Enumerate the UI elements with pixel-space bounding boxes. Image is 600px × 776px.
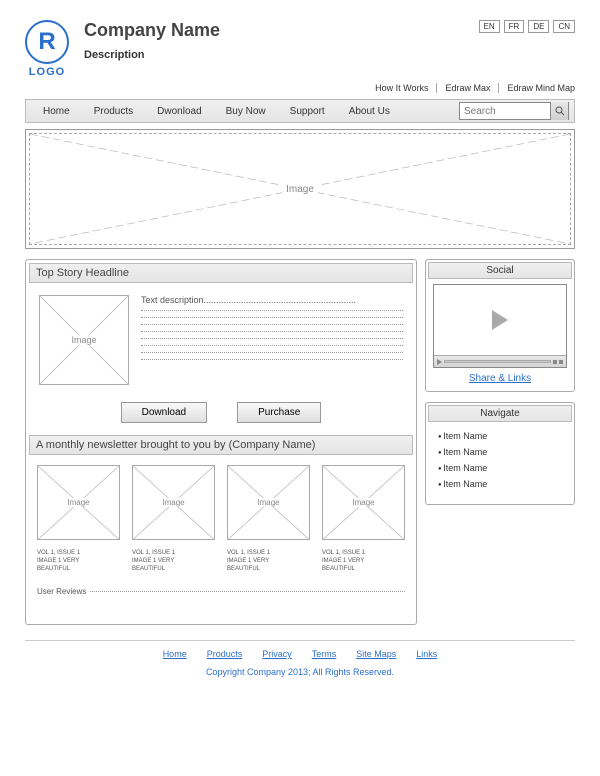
sublink-edraw-mind-map[interactable]: Edraw Mind Map: [507, 83, 575, 93]
story-image-label: Image: [68, 334, 99, 346]
sublink-edraw-max[interactable]: Edraw Max: [445, 83, 490, 93]
share-links-link[interactable]: Share & Links: [428, 371, 572, 389]
newsletter-caption: VOL 1, ISSUE 1 IMAGE 1 VERY BEAUTIFUL: [322, 550, 405, 573]
nav-about-us[interactable]: About Us: [337, 106, 402, 117]
footer-link-privacy[interactable]: Privacy: [262, 649, 292, 659]
download-button[interactable]: Download: [121, 402, 207, 423]
text-line: [141, 345, 403, 346]
newsletter-item[interactable]: Image VOL 1, ISSUE 1 IMAGE 1 VERY BEAUTI…: [227, 465, 310, 574]
company-name: Company Name: [84, 20, 479, 41]
search-button[interactable]: [550, 102, 568, 120]
logo-letter: R: [38, 28, 55, 56]
nav-products[interactable]: Products: [82, 106, 145, 117]
newsletter-headline: A monthly newsletter brought to you by (…: [29, 435, 413, 455]
fullscreen-icon[interactable]: [559, 360, 563, 364]
play-small-icon[interactable]: [437, 359, 442, 365]
nav-download[interactable]: Dwonload: [145, 106, 213, 117]
text-line: [90, 591, 405, 592]
nav-buy-now[interactable]: Buy Now: [214, 106, 278, 117]
sublink-how-it-works[interactable]: How It Works: [375, 83, 428, 93]
footer-link-terms[interactable]: Terms: [312, 649, 337, 659]
text-line: [141, 310, 403, 311]
newsletter-image-placeholder: Image: [227, 465, 310, 540]
hero-image-label: Image: [282, 183, 318, 196]
footer-divider: [25, 640, 575, 641]
lang-cn[interactable]: CN: [553, 20, 575, 33]
search-input[interactable]: [460, 106, 550, 117]
nav-home[interactable]: Home: [31, 106, 82, 117]
newsletter-image-placeholder: Image: [322, 465, 405, 540]
text-line: [141, 338, 403, 339]
text-line: [141, 359, 403, 360]
play-icon: [492, 310, 508, 330]
footer-link-sitemaps[interactable]: Site Maps: [356, 649, 396, 659]
footer-link-home[interactable]: Home: [163, 649, 187, 659]
navigate-title: Navigate: [428, 405, 572, 422]
text-line: [141, 317, 403, 318]
story-image-placeholder: Image: [39, 295, 129, 385]
nav-support[interactable]: Support: [278, 106, 337, 117]
divider: [498, 83, 499, 93]
footer-link-links[interactable]: Links: [416, 649, 437, 659]
video-controls[interactable]: [434, 355, 566, 367]
main-navbar: Home Products Dwonload Buy Now Support A…: [25, 99, 575, 123]
purchase-button[interactable]: Purchase: [237, 402, 321, 423]
navigate-panel: Navigate Item Name Item Name Item Name I…: [425, 402, 575, 505]
top-story-headline: Top Story Headline: [29, 263, 413, 283]
volume-icon[interactable]: [553, 360, 557, 364]
newsletter-image-placeholder: Image: [132, 465, 215, 540]
copyright: Copyright Company 2013; All Rights Reser…: [25, 667, 575, 677]
footer-link-products[interactable]: Products: [207, 649, 243, 659]
lang-en[interactable]: EN: [479, 20, 500, 33]
newsletter-caption: VOL 1, ISSUE 1 IMAGE 1 VERY BEAUTIFUL: [132, 550, 215, 573]
navigate-item[interactable]: Item Name: [438, 476, 562, 492]
social-panel: Social Share & Links: [425, 259, 575, 392]
newsletter-item[interactable]: Image VOL 1, ISSUE 1 IMAGE 1 VERY BEAUTI…: [132, 465, 215, 574]
company-description: Description: [84, 49, 479, 61]
navigate-item[interactable]: Item Name: [438, 428, 562, 444]
search-icon: [555, 106, 565, 116]
newsletter-item[interactable]: Image VOL 1, ISSUE 1 IMAGE 1 VERY BEAUTI…: [37, 465, 120, 574]
logo[interactable]: R LOGO: [25, 20, 69, 78]
newsletter-image-placeholder: Image: [37, 465, 120, 540]
social-title: Social: [428, 262, 572, 279]
lang-fr[interactable]: FR: [504, 20, 525, 33]
lang-de[interactable]: DE: [528, 20, 549, 33]
video-player[interactable]: [433, 284, 567, 368]
newsletter-caption: VOL 1, ISSUE 1 IMAGE 1 VERY BEAUTIFUL: [37, 550, 120, 573]
navigate-item[interactable]: Item Name: [438, 444, 562, 460]
video-progress[interactable]: [444, 360, 551, 363]
text-line: [141, 331, 403, 332]
newsletter-caption: VOL 1, ISSUE 1 IMAGE 1 VERY BEAUTIFUL: [227, 550, 310, 573]
story-text-description: Text description........................…: [141, 295, 403, 305]
hero-image-placeholder: Image: [25, 129, 575, 249]
text-line: [141, 352, 403, 353]
logo-text: LOGO: [25, 66, 69, 78]
text-line: [141, 324, 403, 325]
user-reviews-label: User Reviews: [37, 587, 86, 596]
divider: [436, 83, 437, 93]
navigate-item[interactable]: Item Name: [438, 460, 562, 476]
newsletter-item[interactable]: Image VOL 1, ISSUE 1 IMAGE 1 VERY BEAUTI…: [322, 465, 405, 574]
